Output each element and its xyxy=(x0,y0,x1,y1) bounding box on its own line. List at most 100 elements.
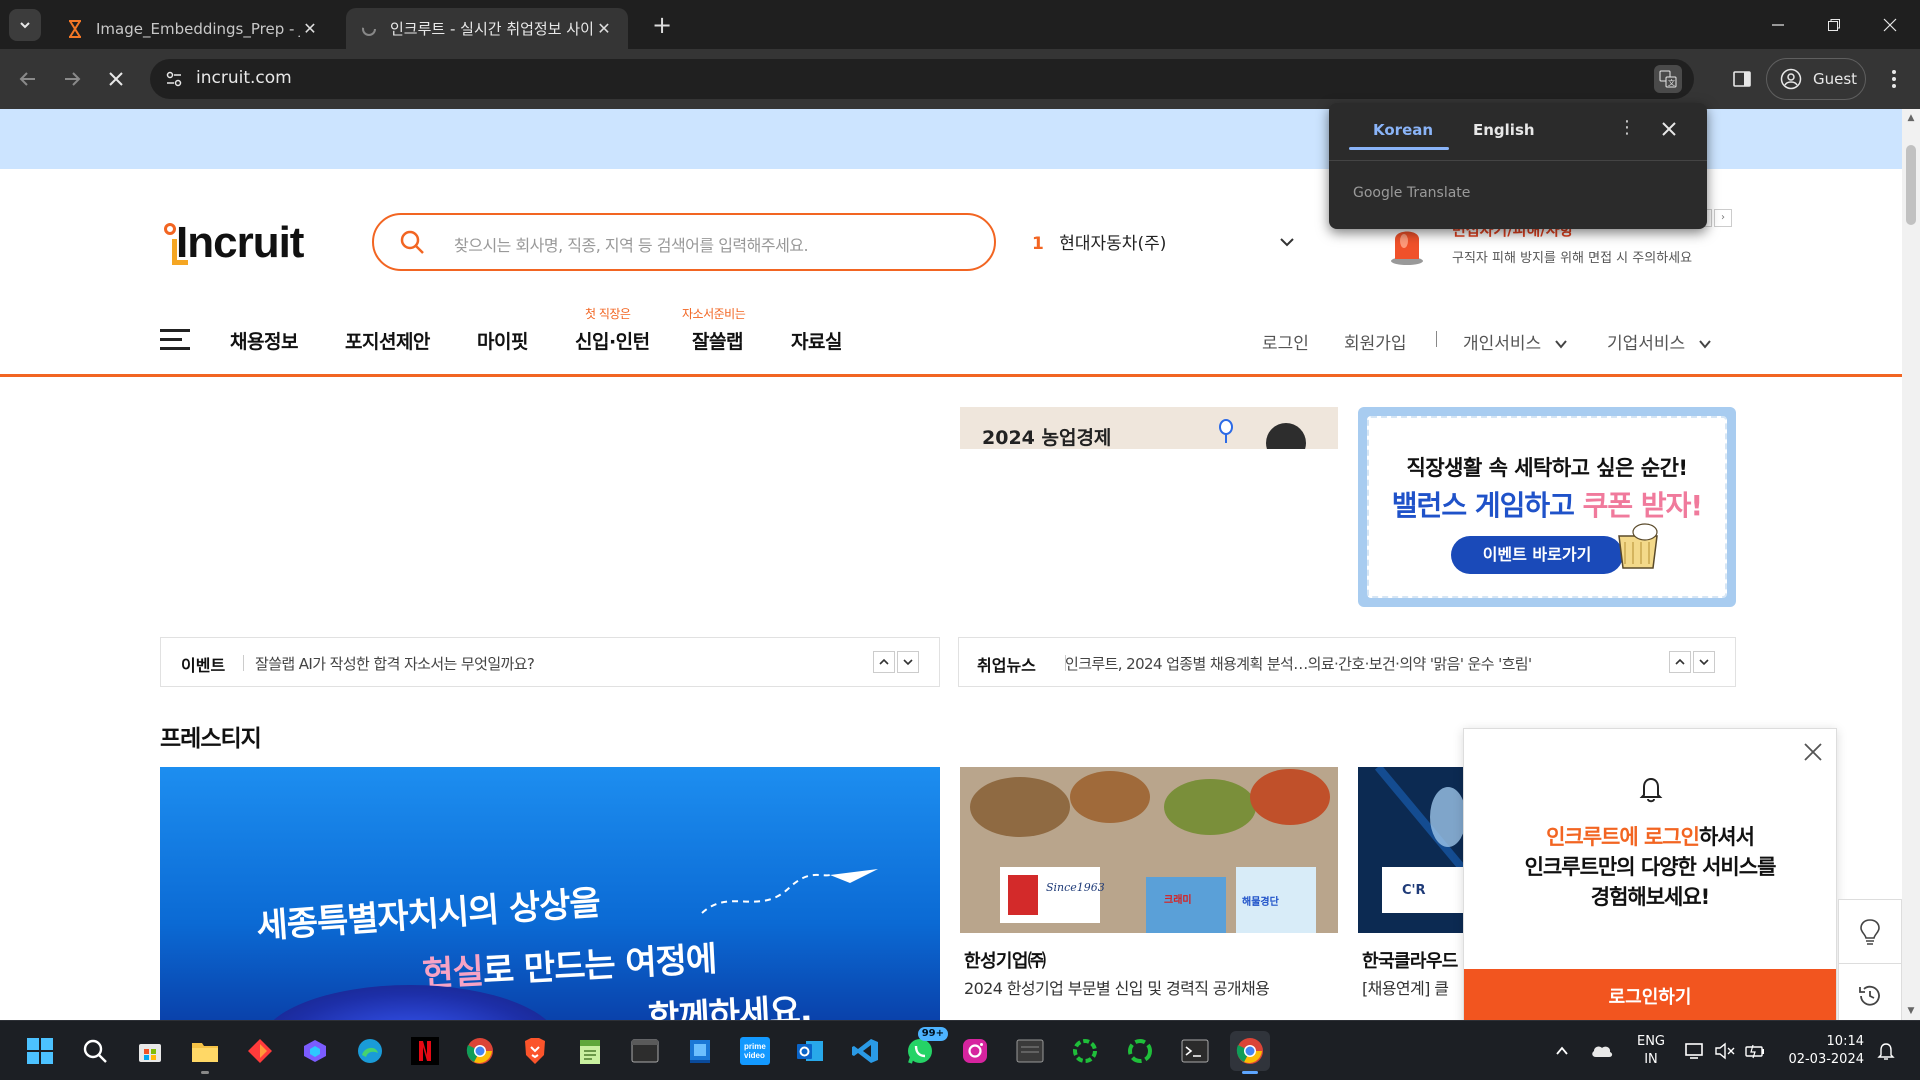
side-panel-button[interactable] xyxy=(1724,61,1760,97)
tab-strip: Image_Embeddings_Prep - Jupy ✕ 인크루트 - 실시… xyxy=(0,0,1920,49)
tab-search-button[interactable] xyxy=(9,9,41,41)
company-card-cloud[interactable]: C'R 한국클라우드 [채용연계] 클 xyxy=(1358,767,1478,1020)
battery-icon[interactable] xyxy=(1742,1031,1768,1071)
event-cta-button[interactable]: 이벤트 바로가기 xyxy=(1451,536,1623,574)
nav-myfit[interactable]: 마이핏 xyxy=(477,327,528,354)
event-ticker[interactable]: 이벤트 잘쓸랩 AI가 작성한 합격 자소서는 무엇일까요? xyxy=(160,637,940,687)
search-icon[interactable] xyxy=(75,1031,115,1071)
scrollbar-thumb[interactable] xyxy=(1906,145,1916,225)
input-language-indicator[interactable]: ENG IN xyxy=(1634,1033,1668,1069)
more-vertical-icon[interactable]: ⋮ xyxy=(1617,117,1637,141)
hansung-logo-label: Since1963 xyxy=(1046,881,1105,894)
chevron-down-icon[interactable] xyxy=(897,651,919,673)
whatsapp-icon[interactable]: 99+ xyxy=(900,1027,948,1071)
news-ticker[interactable]: 취업뉴스 인크루트, 2024 업종별 채용계획 분석…의료·간호·보건·의약 … xyxy=(958,637,1736,687)
chrome-icon[interactable] xyxy=(460,1031,500,1071)
nav-position-offer[interactable]: 포지션제안 xyxy=(345,327,430,354)
signup-link[interactable]: 회원가입 xyxy=(1344,329,1407,354)
netflix-icon[interactable] xyxy=(405,1031,445,1071)
stop-loading-button[interactable] xyxy=(98,61,134,97)
minimize-button[interactable] xyxy=(1750,0,1806,49)
vscode-icon[interactable] xyxy=(845,1031,885,1071)
close-icon[interactable] xyxy=(1659,119,1679,139)
ad-banner-agri[interactable]: 2024 농업경제 xyxy=(960,407,1338,449)
tip-button[interactable] xyxy=(1839,900,1901,964)
app-green-ring-icon[interactable] xyxy=(1065,1031,1105,1071)
app-blue-icon[interactable] xyxy=(680,1031,720,1071)
onedrive-icon[interactable] xyxy=(1586,1031,1618,1071)
new-tab-button[interactable]: + xyxy=(648,12,676,40)
corporate-service-menu[interactable]: 기업서비스 xyxy=(1607,329,1711,354)
search-input[interactable]: 찾으시는 회사명, 직종, 지역 등 검색어를 입력해주세요. xyxy=(372,213,996,271)
volume-muted-icon[interactable] xyxy=(1712,1031,1738,1071)
restore-button[interactable] xyxy=(1806,0,1862,49)
brave-icon[interactable] xyxy=(515,1031,555,1071)
ticker-text[interactable]: 잘쓸랩 AI가 작성한 합격 자소서는 무엇일까요? xyxy=(255,653,535,674)
recent-button[interactable] xyxy=(1839,964,1901,1020)
event-banner[interactable]: 직장생활 속 세탁하고 싶은 순간! 밸런스 게임하고 쿠폰 받자! 이벤트 바… xyxy=(1358,407,1736,607)
forward-button[interactable] xyxy=(54,61,90,97)
nav-sup-entry: 첫 직장은 xyxy=(585,307,631,321)
terminal-icon[interactable] xyxy=(625,1031,665,1071)
start-icon[interactable] xyxy=(20,1031,60,1071)
nav-jalsseullab[interactable]: 잘쓸랩 xyxy=(692,327,743,354)
chevron-down-icon[interactable] xyxy=(1278,233,1296,251)
paper-plane-icon xyxy=(701,869,878,914)
site-info-icon[interactable] xyxy=(162,67,186,91)
page-scrollbar[interactable]: ▲ ▼ xyxy=(1902,109,1920,1020)
ticker-text[interactable]: 인크루트, 2024 업종별 채용계획 분석…의료·간호·보건·의약 '맑음' … xyxy=(1065,653,1611,674)
close-tab-icon[interactable]: ✕ xyxy=(594,19,614,39)
file-explorer-icon[interactable] xyxy=(185,1031,225,1074)
profile-button[interactable]: Guest xyxy=(1766,58,1866,100)
translate-source-tab[interactable]: Korean xyxy=(1373,121,1433,139)
browser-menu-button[interactable] xyxy=(1876,61,1912,97)
chevron-down-icon[interactable] xyxy=(1693,651,1715,673)
chevron-up-icon[interactable] xyxy=(873,651,895,673)
network-icon[interactable] xyxy=(1682,1031,1708,1071)
app-gray-icon[interactable] xyxy=(1010,1031,1050,1071)
nav-resources[interactable]: 자료실 xyxy=(791,327,842,354)
taskbar: prime video 99+ ENG IN 10:14 02-03-2024 xyxy=(0,1020,1920,1080)
prestige-hero-banner[interactable]: 세종특별자치시의 상상을 현실로 만드는 여정에 함께하세요. xyxy=(160,767,940,1020)
nav-jobs[interactable]: 채용정보 xyxy=(230,327,298,354)
menu-icon[interactable] xyxy=(160,329,192,351)
store-icon[interactable] xyxy=(130,1031,170,1071)
login-button[interactable]: 로그인하기 xyxy=(1464,969,1836,1020)
tab-incruit[interactable]: 인크루트 - 실시간 취업정보 사이 ✕ xyxy=(346,8,628,49)
prime-video-icon[interactable]: prime video xyxy=(735,1031,775,1071)
notification-bell-icon[interactable] xyxy=(1872,1031,1900,1071)
notice-subtitle: 구직자 피해 방지를 위해 면접 시 주의하세요 xyxy=(1452,251,1693,266)
notepad-icon[interactable] xyxy=(570,1031,610,1071)
cmd-icon[interactable] xyxy=(1175,1031,1215,1071)
next-icon[interactable]: › xyxy=(1714,209,1732,227)
show-hidden-icons-button[interactable] xyxy=(1548,1031,1576,1071)
close-icon[interactable] xyxy=(1802,741,1824,763)
translate-icon[interactable]: 文 xyxy=(1654,65,1682,93)
close-tab-icon[interactable]: ✕ xyxy=(300,19,320,39)
copilot-icon[interactable] xyxy=(295,1031,335,1071)
edge-icon[interactable] xyxy=(350,1031,390,1071)
instagram-icon[interactable] xyxy=(955,1031,995,1071)
chevron-up-icon[interactable] xyxy=(1669,651,1691,673)
nav-entry-intern[interactable]: 신입·인턴 xyxy=(575,327,650,354)
scroll-down-icon[interactable]: ▼ xyxy=(1906,1006,1916,1016)
address-bar[interactable]: incruit.com 文 xyxy=(150,59,1694,99)
svg-text:文: 文 xyxy=(1668,78,1675,87)
system-clock[interactable]: 10:14 02-03-2024 xyxy=(1780,1033,1864,1069)
scroll-up-icon[interactable]: ▲ xyxy=(1906,113,1916,123)
outlook-icon[interactable] xyxy=(790,1031,830,1071)
back-button[interactable] xyxy=(10,61,46,97)
app-red-icon[interactable] xyxy=(240,1031,280,1071)
app-green-ring2-icon[interactable] xyxy=(1120,1031,1160,1071)
chrome-active-icon[interactable] xyxy=(1230,1031,1270,1074)
tab-jupyter[interactable]: Image_Embeddings_Prep - Jupy ✕ xyxy=(52,8,334,49)
incruit-logo[interactable]: Incruit xyxy=(160,217,330,269)
company-card-hansung[interactable]: Since1963 크래미 해물경단 한성기업㈜ 2024 한성기업 부문별 신… xyxy=(960,767,1338,1020)
history-icon xyxy=(1859,985,1880,1006)
login-link[interactable]: 로그인 xyxy=(1262,329,1309,354)
company-ranking[interactable]: 1 현대자동차(주) xyxy=(1032,229,1166,254)
tech-hand-image xyxy=(1358,767,1478,933)
personal-service-menu[interactable]: 개인서비스 xyxy=(1463,329,1567,354)
translate-target-tab[interactable]: English xyxy=(1473,121,1535,139)
close-window-button[interactable] xyxy=(1862,0,1918,49)
